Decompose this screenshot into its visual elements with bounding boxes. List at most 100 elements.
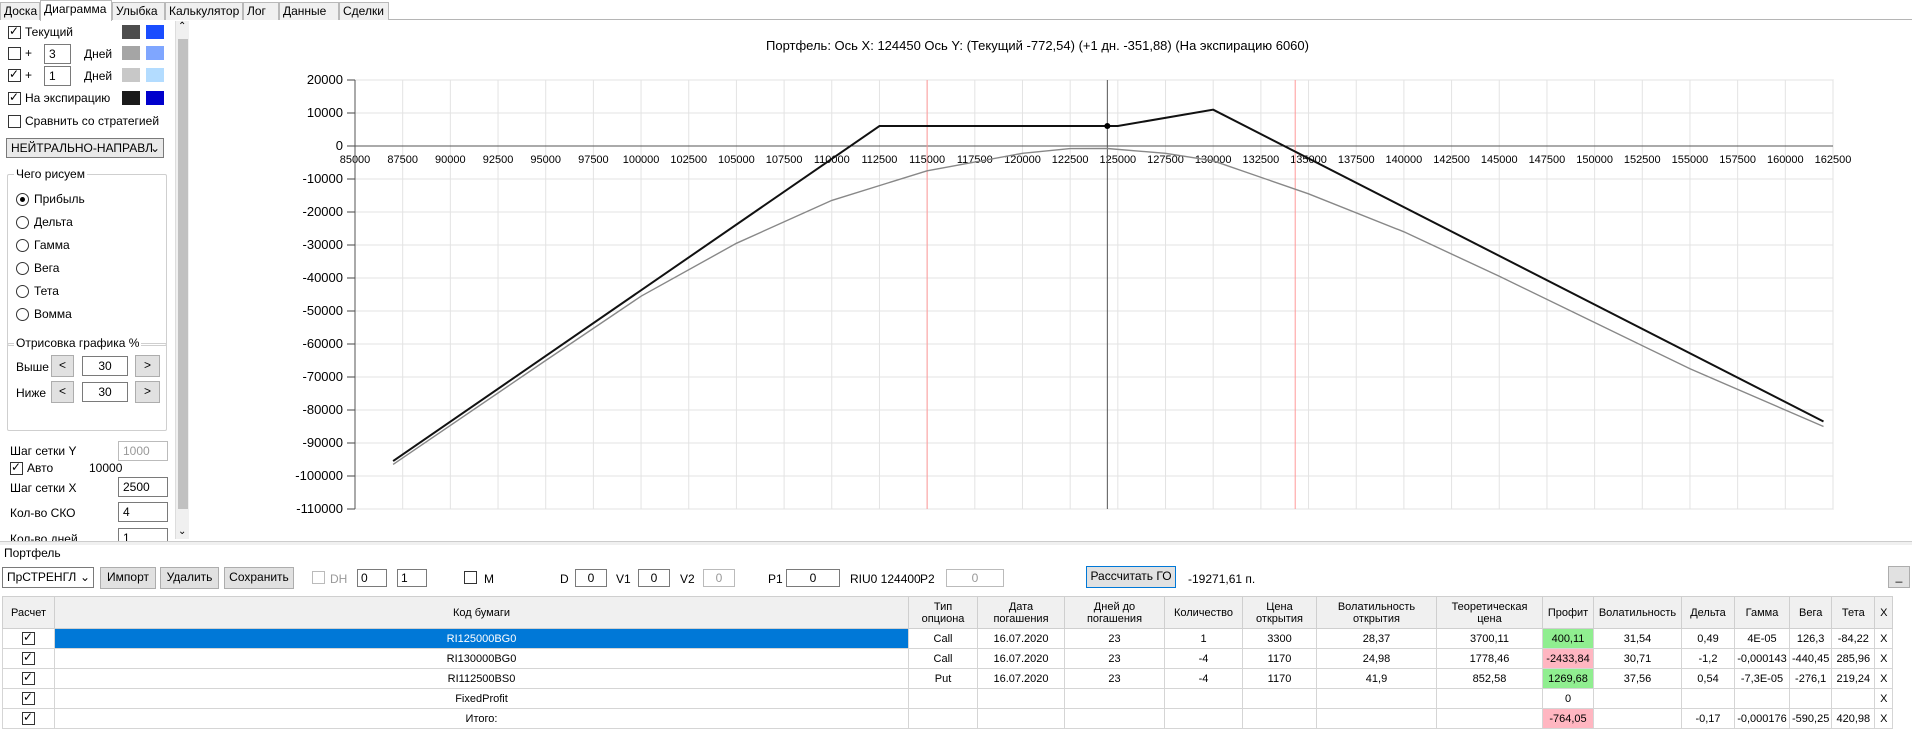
option-delta[interactable]: Дельта	[16, 215, 73, 229]
grid-x-input[interactable]: 2500	[118, 477, 168, 497]
column-header[interactable]: Дельта	[1681, 596, 1735, 629]
left-scrollbar[interactable]: ⌃ ⌄	[175, 21, 189, 539]
sko-input[interactable]: 4	[118, 502, 168, 522]
scrollbar-thumb[interactable]	[178, 39, 188, 509]
calc-checkbox[interactable]	[22, 710, 35, 725]
column-header[interactable]: Количество	[1164, 596, 1243, 629]
calc-checkbox[interactable]	[22, 690, 35, 705]
p2-input[interactable]: 0	[946, 569, 1004, 587]
option-theta[interactable]: Тета	[16, 284, 59, 298]
column-header[interactable]: Тета	[1831, 596, 1876, 629]
p1-input[interactable]: 0	[786, 569, 840, 587]
above-decrease-button[interactable]: <	[51, 355, 74, 377]
table-row[interactable]: RI112500BS0Put16.07.202023-4117041,9852,…	[2, 668, 1894, 689]
column-header[interactable]: Гамма	[1734, 596, 1790, 629]
above-input[interactable]: 30	[82, 356, 128, 376]
column-header[interactable]: Код бумаги	[54, 596, 909, 629]
days1-checkbox[interactable]	[8, 67, 21, 82]
strategy-select[interactable]: НЕЙТРАЛЬНО-НАПРАВЛ ⌄	[6, 138, 164, 158]
days3-color-swatch[interactable]	[122, 46, 140, 60]
tab-deals[interactable]: Сделки	[339, 2, 389, 20]
calc-cell[interactable]	[2, 668, 55, 689]
radio-vega[interactable]	[16, 261, 29, 275]
column-header[interactable]: Дата погашения	[977, 596, 1065, 629]
radio-vomma[interactable]	[16, 307, 29, 321]
column-header[interactable]: Тип опциона	[908, 596, 978, 629]
option-gamma[interactable]: Гамма	[16, 238, 70, 252]
table-row[interactable]: RI125000BG0Call16.07.2020231330028,37370…	[2, 628, 1894, 649]
days3-checkbox[interactable]	[8, 46, 21, 60]
current-color-swatch-2[interactable]	[146, 25, 164, 39]
calc-go-button[interactable]: Рассчитать ГО	[1086, 566, 1176, 588]
m-checkbox[interactable]	[464, 571, 477, 584]
compare-checkbox[interactable]	[8, 114, 21, 128]
expiration-checkbox[interactable]	[8, 90, 21, 105]
v2-input[interactable]: 0	[703, 569, 735, 587]
column-header[interactable]: Профит	[1542, 596, 1594, 629]
days1-color-swatch[interactable]	[122, 68, 140, 82]
tab-calculator[interactable]: Калькулятор	[165, 2, 243, 20]
column-header[interactable]: Вега	[1788, 596, 1833, 629]
save-button[interactable]: Сохранить	[224, 567, 294, 589]
d-input[interactable]: 0	[575, 569, 607, 587]
column-header[interactable]: Волатильность открытия	[1316, 596, 1437, 629]
below-decrease-button[interactable]: <	[51, 381, 74, 403]
current-color-swatch[interactable]	[122, 25, 140, 39]
radio-delta[interactable]	[16, 215, 29, 229]
radio-gamma[interactable]	[16, 238, 29, 252]
calc-cell[interactable]	[2, 648, 55, 669]
table-row[interactable]: Итого: -764,05 -0,17-0,000176-590,25420,98…	[2, 708, 1894, 729]
tab-board[interactable]: Доска	[0, 2, 40, 20]
calc-checkbox[interactable]	[22, 650, 35, 665]
column-header[interactable]: Волатильность	[1593, 596, 1682, 629]
remove-row-button[interactable]: X	[1874, 668, 1894, 689]
auto-checkbox[interactable]	[10, 460, 23, 475]
current-checkbox[interactable]	[8, 24, 21, 39]
option-vomma[interactable]: Вомма	[16, 307, 72, 321]
delete-button[interactable]: Удалить	[160, 567, 219, 589]
below-input[interactable]: 30	[82, 382, 128, 402]
tab-log[interactable]: Лог	[243, 2, 279, 20]
remove-row-button[interactable]: X	[1874, 628, 1894, 649]
dh-checkbox[interactable]	[312, 571, 325, 584]
chevron-up-icon[interactable]: ⌃	[178, 21, 186, 32]
remove-row-button[interactable]: X	[1874, 648, 1894, 669]
splitter[interactable]	[0, 541, 1912, 545]
remove-row-button[interactable]: X	[1874, 708, 1894, 729]
payoff-chart[interactable]: 85000 87500 90000 92500 95000 97500 100000 1025…	[190, 55, 1912, 535]
tab-smile[interactable]: Улыбка	[112, 2, 165, 20]
below-increase-button[interactable]: >	[135, 381, 160, 403]
days1-input[interactable]: 1	[44, 66, 71, 86]
v1-input[interactable]: 0	[638, 569, 670, 587]
column-header[interactable]: Цена открытия	[1242, 596, 1317, 629]
column-header[interactable]: Дней до погашения	[1064, 596, 1165, 629]
import-button[interactable]: Импорт	[100, 567, 156, 589]
table-row[interactable]: RI130000BG0Call16.07.202023-4117024,9817…	[2, 648, 1894, 669]
calc-checkbox[interactable]	[22, 670, 35, 685]
days1-color-swatch-2[interactable]	[146, 68, 164, 82]
grid-y-input[interactable]: 1000	[118, 441, 168, 461]
radio-profit[interactable]	[16, 192, 29, 206]
table-row[interactable]: FixedProfit 0 X	[2, 688, 1894, 709]
column-header[interactable]: X	[1874, 596, 1894, 629]
spin2-input[interactable]: 1	[397, 569, 427, 587]
calc-cell[interactable]	[2, 628, 55, 649]
calc-cell[interactable]	[2, 708, 55, 729]
minimize-button[interactable]: _	[1888, 566, 1910, 588]
days-count-input[interactable]: 1	[118, 528, 168, 541]
chevron-down-icon[interactable]: ⌄	[178, 526, 186, 537]
portfolio-select[interactable]: ПрСТРЕНГЛ ⌄	[2, 567, 94, 588]
days3-input[interactable]: 3	[44, 44, 71, 64]
option-profit[interactable]: Прибыль	[16, 192, 85, 206]
spin1-input[interactable]: 0	[357, 569, 387, 587]
column-header[interactable]: Теоретическая цена	[1436, 596, 1543, 629]
above-increase-button[interactable]: >	[135, 355, 160, 377]
radio-theta[interactable]	[16, 284, 29, 298]
expiration-color-swatch-2[interactable]	[146, 91, 164, 105]
option-vega[interactable]: Вега	[16, 261, 59, 275]
calc-cell[interactable]	[2, 688, 55, 709]
column-header[interactable]: Расчет	[2, 596, 55, 629]
expiration-color-swatch[interactable]	[122, 91, 140, 105]
days3-color-swatch-2[interactable]	[146, 46, 164, 60]
tab-data[interactable]: Данные	[279, 2, 339, 20]
